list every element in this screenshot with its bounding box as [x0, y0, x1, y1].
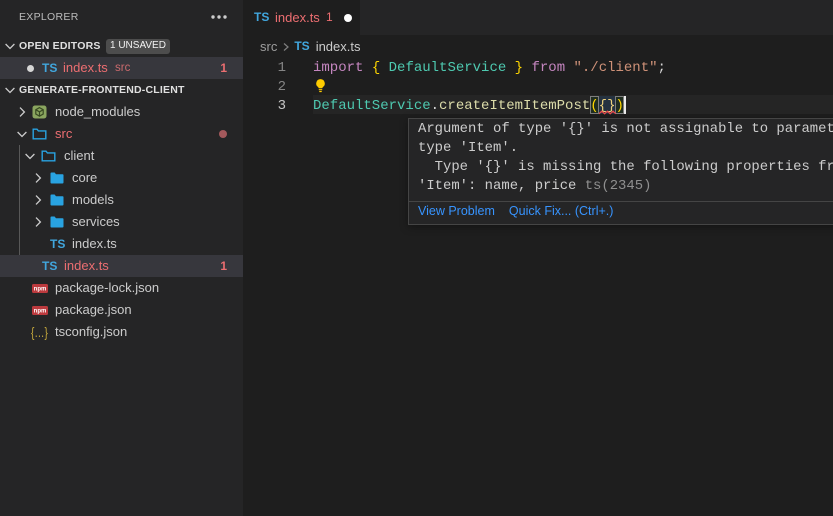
- svg-text:npm: npm: [34, 309, 47, 315]
- svg-text:npm: npm: [34, 287, 47, 293]
